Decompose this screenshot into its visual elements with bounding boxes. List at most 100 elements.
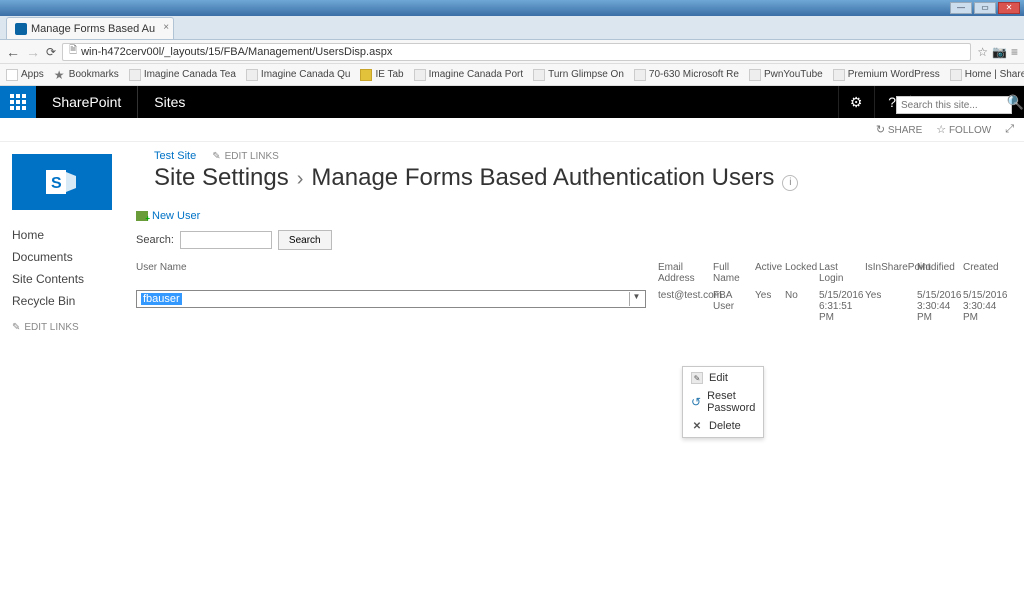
nav-item-home[interactable]: Home (12, 224, 120, 246)
bookmark-item[interactable]: Imagine Canada Port (414, 69, 524, 81)
menu-item-edit[interactable]: ✎ Edit (683, 369, 763, 387)
bookmark-item[interactable]: ★Bookmarks (54, 69, 119, 81)
new-user-icon (136, 211, 148, 221)
cell-lastlogin: 5/15/2016 6:31:51 PM (819, 288, 865, 325)
help-info-icon[interactable]: i (782, 175, 798, 191)
site-search-go-icon[interactable]: 🔍 (1007, 94, 1024, 111)
cell-created: 5/15/2016 3:30:44 PM (963, 288, 1009, 325)
breadcrumb-site-link[interactable]: Test Site (154, 150, 196, 162)
window-maximize-button[interactable]: ▭ (974, 2, 996, 14)
tab-title: Manage Forms Based Au (31, 23, 155, 35)
col-header-email[interactable]: Email Address (658, 260, 713, 286)
breadcrumb-root[interactable]: Site Settings (154, 164, 289, 192)
reload-button[interactable]: ⟳ (46, 45, 56, 59)
col-header-username[interactable]: User Name (136, 260, 658, 286)
tab-close-button[interactable]: × (163, 22, 169, 33)
url-text: win-h472cerv00l/_layouts/15/FBA/Manageme… (81, 46, 392, 58)
bookmark-folder[interactable]: IE Tab (360, 69, 403, 81)
user-search-input[interactable] (180, 231, 272, 249)
bookmark-item[interactable]: Home | SharePoint W (950, 69, 1024, 81)
settings-gear-icon[interactable]: ⚙ (838, 86, 874, 118)
share-icon: ↻ (876, 124, 885, 136)
bookmarks-bar: Apps ★Bookmarks Imagine Canada Tea Imagi… (0, 64, 1024, 86)
menu-item-reset-password[interactable]: ↺ Reset Password (683, 387, 763, 417)
breadcrumb-separator-icon: › (297, 168, 304, 191)
page-icon (749, 69, 761, 81)
nav-edit-links[interactable]: ✎ EDIT LINKS (12, 318, 120, 337)
app-launcher-button[interactable] (0, 86, 36, 118)
page-title-text: Manage Forms Based Authentication Users (311, 164, 774, 192)
site-search-input[interactable] (896, 96, 1012, 114)
cell-isinsharepoint: Yes (865, 288, 917, 303)
cell-modified: 5/15/2016 3:30:44 PM (917, 288, 963, 325)
window-titlebar: — ▭ ✕ (0, 0, 1024, 16)
nav-back-button[interactable]: ← (6, 45, 20, 59)
username-dropdown-cell[interactable]: fbauser ▼ (136, 290, 646, 308)
suite-sites-link[interactable]: Sites (137, 86, 201, 118)
apps-shortcut[interactable]: Apps (6, 69, 44, 81)
new-user-link[interactable]: New User (136, 210, 1014, 222)
window-minimize-button[interactable]: — (950, 2, 972, 14)
bookmark-item[interactable]: Premium WordPress (833, 69, 940, 81)
menu-icon[interactable]: ≡ (1011, 45, 1018, 59)
address-bar[interactable]: 🗎 win-h472cerv00l/_layouts/15/FBA/Manage… (62, 43, 971, 61)
share-button[interactable]: ↻ SHARE (876, 123, 922, 136)
page-icon (414, 69, 426, 81)
username-value: fbauser (141, 293, 182, 305)
col-header-created[interactable]: Created (963, 260, 1009, 286)
site-logo[interactable]: S (12, 154, 112, 210)
col-header-lastlogin[interactable]: Last Login (819, 260, 865, 286)
page-icon (833, 69, 845, 81)
grid-header-row: User Name Email Address Full Name Active… (136, 258, 1014, 288)
page-icon (533, 69, 545, 81)
search-label: Search: (136, 234, 174, 246)
reset-icon: ↺ (691, 396, 701, 408)
grid-row: fbauser ▼ test@test.com FBA User Yes No … (136, 288, 1014, 325)
page-icon (634, 69, 646, 81)
bookmark-item[interactable]: Imagine Canada Qu (246, 69, 351, 81)
page-actions-row: ↻ SHARE ☆ FOLLOW ⤢ (0, 118, 1024, 142)
pencil-icon: ✎ (12, 322, 20, 333)
nav-item-site-contents[interactable]: Site Contents (12, 268, 120, 290)
bookmark-item[interactable]: 70-630 Microsoft Re (634, 69, 739, 81)
suite-bar: SharePoint Sites ⚙ ? Chris Coulson ▾ (0, 86, 1024, 118)
pencil-icon: ✎ (212, 151, 220, 162)
page-icon (950, 69, 962, 81)
bookmark-item[interactable]: Turn Glimpse On (533, 69, 624, 81)
nav-item-documents[interactable]: Documents (12, 246, 120, 268)
window-close-button[interactable]: ✕ (998, 2, 1020, 14)
edit-links-button[interactable]: ✎ EDIT LINKS (212, 151, 279, 162)
suite-brand[interactable]: SharePoint (36, 86, 137, 118)
focus-content-button[interactable]: ⤢ (1005, 123, 1014, 136)
browser-toolbar: ← → ⟳ 🗎 win-h472cerv00l/_layouts/15/FBA/… (0, 40, 1024, 64)
follow-button[interactable]: ☆ FOLLOW (936, 123, 991, 136)
cell-email: test@test.com (658, 288, 713, 303)
col-header-locked[interactable]: Locked (785, 260, 819, 286)
col-header-active[interactable]: Active (755, 260, 785, 286)
apps-icon (6, 69, 18, 81)
edit-icon: ✎ (691, 372, 703, 384)
user-search-button[interactable]: Search (278, 230, 332, 250)
cell-fullname: FBA User (713, 288, 755, 314)
svg-text:S: S (51, 175, 62, 192)
nav-forward-button[interactable]: → (26, 45, 40, 59)
cell-locked: No (785, 288, 819, 303)
browser-tab-active[interactable]: Manage Forms Based Au × (6, 17, 174, 39)
favicon-icon (15, 23, 27, 35)
col-header-fullname[interactable]: Full Name (713, 260, 755, 286)
menu-item-delete[interactable]: ✕ Delete (683, 417, 763, 435)
camera-icon[interactable]: 📷 (992, 45, 1007, 59)
page-icon (129, 69, 141, 81)
sharepoint-logo-icon: S (42, 162, 82, 202)
star-icon: ★ (54, 69, 66, 81)
bookmark-item[interactable]: Imagine Canada Tea (129, 69, 236, 81)
follow-star-icon: ☆ (936, 124, 946, 136)
bookmark-item[interactable]: PwnYouTube (749, 69, 823, 81)
col-header-modified[interactable]: Modified (917, 260, 963, 286)
col-header-isinsharepoint[interactable]: IsInSharePoint (865, 260, 917, 286)
cell-active: Yes (755, 288, 785, 303)
star-icon[interactable]: ☆ (977, 45, 988, 59)
nav-item-recycle-bin[interactable]: Recycle Bin (12, 290, 120, 312)
page-info-icon: 🗎 (69, 43, 77, 60)
chevron-down-icon[interactable]: ▼ (629, 292, 643, 306)
